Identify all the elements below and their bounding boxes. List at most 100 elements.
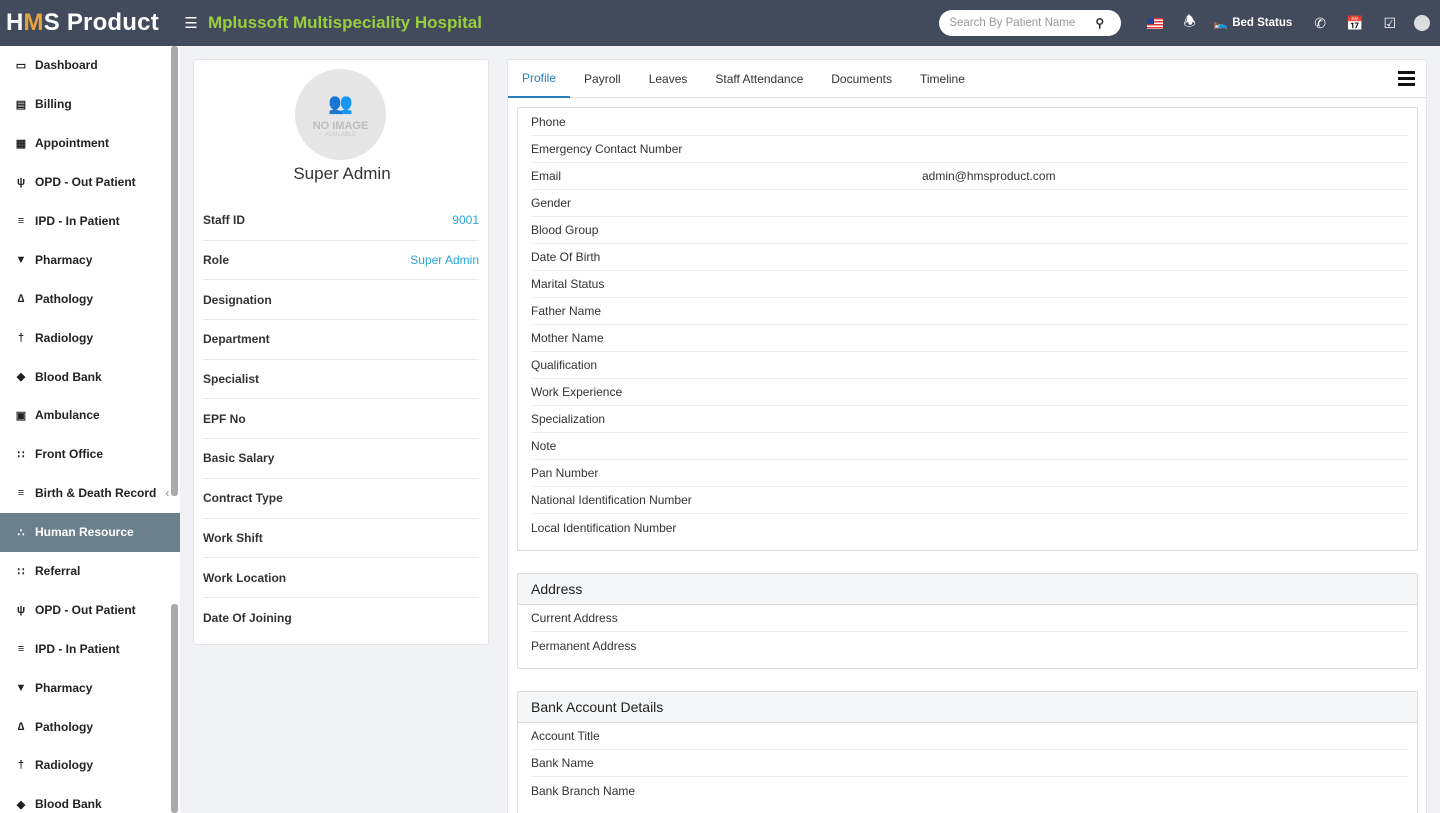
tab-documents[interactable]: Documents bbox=[817, 60, 906, 98]
profile-field-row: EPF No bbox=[203, 399, 479, 440]
sidebar-scrollbar[interactable] bbox=[171, 46, 178, 496]
sidebar-item-label: Human Resource bbox=[35, 525, 134, 540]
hospital-name: Mplussoft Multispeciality Hospital bbox=[208, 13, 482, 32]
sidebar-item[interactable]: ψ OPD - Out Patient bbox=[0, 590, 180, 629]
detail-label: Current Address bbox=[531, 611, 618, 625]
sidebar-item[interactable]: ▦ Appointment bbox=[0, 124, 180, 163]
field-label: Date Of Joining bbox=[203, 610, 292, 625]
sidebar-item[interactable]: † Radiology bbox=[0, 318, 180, 357]
detail-label: Gender bbox=[531, 196, 572, 210]
sidebar-item[interactable]: ≡ IPD - In Patient bbox=[0, 629, 180, 668]
top-header: HMS Product ☰ Mplussoft Multispeciality … bbox=[0, 0, 1440, 46]
app-logo[interactable]: HMS Product bbox=[0, 9, 176, 37]
monitor-icon: ▭ bbox=[15, 59, 27, 72]
sidebar-item-label: Radiology bbox=[35, 330, 94, 345]
tab-profile[interactable]: Profile bbox=[508, 60, 571, 98]
detail-row: Date Of Birth bbox=[531, 244, 1408, 271]
detail-label: Note bbox=[531, 439, 557, 453]
sidebar-item[interactable]: ▼ Pharmacy bbox=[0, 668, 180, 707]
sidebar-item[interactable]: ∆ Pathology bbox=[0, 279, 180, 318]
detail-row: Permanent Address bbox=[531, 632, 1408, 659]
sidebar-item[interactable]: ◆ Blood Bank bbox=[0, 357, 180, 396]
chevron-left-icon: ‹ bbox=[165, 486, 170, 501]
microscope-icon: † bbox=[17, 331, 25, 344]
sidebar-item[interactable]: ∷ Referral bbox=[0, 552, 180, 591]
sidebar-item[interactable]: ▤ Billing bbox=[0, 85, 180, 124]
profile-field-row: Work Shift bbox=[203, 519, 479, 559]
sidebar-item[interactable]: ∆ Pathology bbox=[0, 707, 180, 746]
personal-details-box: Phone Emergency Contact Number Email admin@… bbox=[517, 107, 1418, 551]
tab-timeline[interactable]: Timeline bbox=[906, 60, 979, 98]
detail-label: Qualification bbox=[531, 358, 598, 372]
field-label: Department bbox=[203, 332, 270, 347]
stethoscope-icon: ψ bbox=[16, 603, 26, 616]
users-icon: 👥 bbox=[328, 93, 353, 115]
sidebar-item-label: IPD - In Patient bbox=[35, 641, 120, 656]
detail-label: Mother Name bbox=[531, 331, 604, 345]
profile-field-row: Role Super Admin bbox=[203, 241, 479, 281]
sidebar-item-label: Front Office bbox=[35, 447, 103, 462]
procedure-bed-icon: ≡ bbox=[17, 642, 25, 655]
sidebar-item[interactable]: ▼ Pharmacy bbox=[0, 240, 180, 279]
detail-row: Blood Group bbox=[531, 217, 1408, 244]
task-check-icon[interactable]: ☑ bbox=[1383, 15, 1396, 32]
detail-row: Current Address bbox=[531, 605, 1408, 632]
sidebar-item-label: IPD - In Patient bbox=[35, 214, 120, 228]
tab-staff-attendance[interactable]: Staff Attendance bbox=[701, 60, 817, 98]
sidebar-scrollbar[interactable] bbox=[171, 604, 178, 813]
patient-search[interactable]: ⚲ bbox=[939, 10, 1122, 36]
calendar-icon[interactable]: 📅 bbox=[1346, 15, 1363, 32]
tab-leaves[interactable]: Leaves bbox=[635, 60, 702, 98]
detail-row: Specialization bbox=[531, 406, 1408, 433]
tab-payroll[interactable]: Payroll bbox=[570, 60, 635, 98]
field-label: Basic Salary bbox=[203, 451, 275, 466]
staff-detail-panel: Profile Payroll Leaves Staff Attendance Docu… bbox=[507, 59, 1427, 813]
sidebar-item[interactable]: ∷ Front Office bbox=[0, 435, 180, 474]
detail-label: Permanent Address bbox=[531, 638, 637, 653]
sidebar-item[interactable]: ▭ Dashboard bbox=[0, 46, 180, 85]
detail-label: Work Experience bbox=[531, 385, 623, 399]
profile-field-row: Designation bbox=[203, 280, 479, 321]
bed-icon: 🛌 bbox=[1213, 18, 1229, 30]
sidebar-item[interactable]: ◆ Blood Bank bbox=[0, 785, 180, 813]
sidebar-toggle-icon[interactable]: ☰ bbox=[176, 14, 206, 32]
sidebar-item-label: Radiology bbox=[35, 758, 94, 773]
bed-status-button[interactable]: 🛌 Bed Status bbox=[1214, 16, 1292, 30]
sidebar-item[interactable]: ∴ Human Resource bbox=[0, 512, 180, 552]
staff-profile-card: 👥 NO IMAGE AVAILABLE Super Admin Staff I… bbox=[193, 59, 489, 645]
detail-label: National Identification Number bbox=[531, 493, 692, 507]
detail-row: Bank Name bbox=[531, 750, 1408, 777]
sidebar-item-label: Ambulance bbox=[35, 408, 100, 423]
detail-label: Email bbox=[531, 169, 562, 183]
referral-icon: ∷ bbox=[17, 565, 25, 578]
sidebar-item-label: Appointment bbox=[35, 136, 109, 151]
bell-icon[interactable]: 🕭 bbox=[1183, 11, 1196, 35]
language-flag-icon[interactable] bbox=[1147, 17, 1164, 29]
staff-name: Super Admin bbox=[293, 164, 391, 183]
sitemap-icon: ∴ bbox=[17, 526, 25, 539]
detail-row: Qualification bbox=[531, 352, 1408, 379]
profile-field-row: Date Of Joining bbox=[203, 598, 479, 638]
sidebar-item-label: Dashboard bbox=[35, 58, 98, 73]
profile-field-row: Basic Salary bbox=[203, 439, 479, 479]
sidebar-item[interactable]: † Radiology bbox=[0, 746, 180, 785]
detail-label: Date Of Birth bbox=[531, 250, 601, 264]
whatsapp-icon[interactable]: ✆ bbox=[1314, 15, 1326, 32]
detail-label: Specialization bbox=[531, 412, 606, 426]
hamburger-menu-icon[interactable] bbox=[1398, 71, 1415, 89]
search-input[interactable] bbox=[949, 17, 1096, 29]
sidebar-item-label: Blood Bank bbox=[35, 797, 102, 812]
detail-row: Pan Number bbox=[531, 460, 1408, 487]
sidebar-item[interactable]: ψ OPD - Out Patient bbox=[0, 163, 180, 202]
field-label: Role bbox=[203, 253, 230, 268]
sidebar-item-label: Birth & Death Record bbox=[35, 486, 157, 501]
user-avatar[interactable] bbox=[1414, 15, 1430, 31]
sidebar-item[interactable]: ≡ Birth & Death Record ‹ bbox=[0, 474, 180, 513]
sidebar-item[interactable]: ▣ Ambulance bbox=[0, 396, 180, 435]
search-icon[interactable]: ⚲ bbox=[1095, 16, 1104, 30]
sidebar-item[interactable]: ≡ IPD - In Patient bbox=[0, 202, 180, 241]
staff-summary-list: Staff ID 9001 Role Super Admin Designation De… bbox=[203, 201, 479, 638]
profile-field-row: Specialist bbox=[203, 360, 479, 400]
detail-label: Blood Group bbox=[531, 223, 599, 237]
profile-tabs: Profile Payroll Leaves Staff Attendance Docu… bbox=[508, 60, 1426, 98]
